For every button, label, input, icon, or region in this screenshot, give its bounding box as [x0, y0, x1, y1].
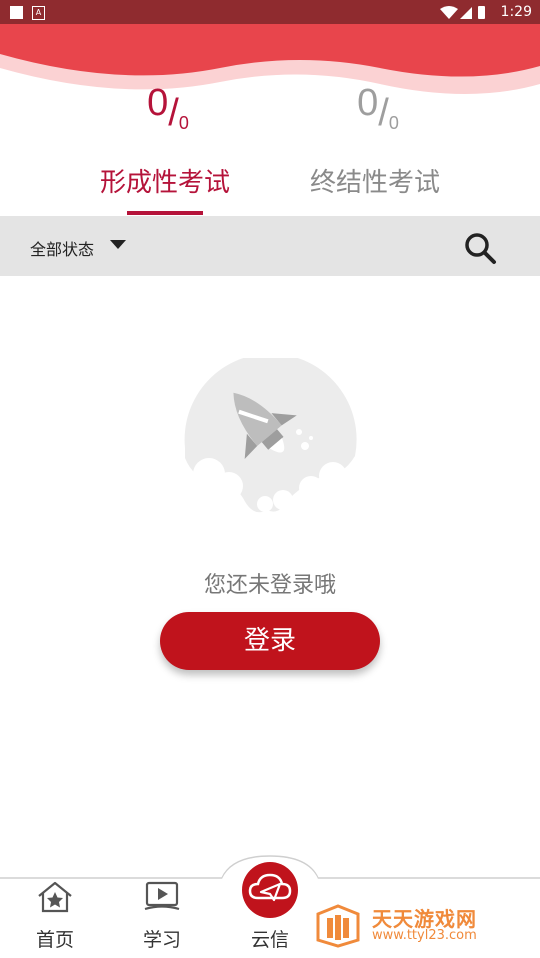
status-filter-dropdown[interactable]: 全部状态: [30, 236, 94, 260]
signal-wifi-battery-icons: [440, 6, 485, 19]
summative-total: 0: [388, 113, 399, 133]
watermark-url: www.ttyl23.com: [372, 928, 477, 943]
cloud-message-button[interactable]: [242, 862, 298, 918]
status-bar: A 1:29: [0, 0, 540, 24]
summative-done: 0: [357, 82, 379, 124]
tab-formative-exam[interactable]: 形成性考试: [80, 162, 250, 202]
formative-done: 0: [147, 82, 169, 124]
cloud-send-icon: [248, 873, 292, 902]
summative-counter: 0/0: [298, 82, 458, 142]
rocket-illustration: [184, 358, 357, 513]
video-book-icon: [144, 881, 180, 911]
login-button[interactable]: 登录: [160, 612, 380, 670]
nav-cloud-label[interactable]: 云信: [230, 925, 310, 952]
notification-icon: [10, 6, 23, 19]
caret-down-icon[interactable]: [110, 240, 126, 249]
status-time: 1:29: [500, 4, 532, 20]
nav-study-label: 学习: [142, 929, 181, 951]
nav-home-label: 首页: [35, 929, 74, 951]
counter-slash: /: [168, 92, 179, 134]
nav-study[interactable]: 学习: [122, 880, 202, 955]
app-notification-icon: A: [32, 6, 45, 20]
formative-counter: 0/0: [88, 82, 248, 142]
active-tab-indicator: [127, 211, 203, 215]
nav-home[interactable]: 首页: [15, 880, 95, 955]
header-wave: [0, 24, 540, 94]
formative-total: 0: [178, 113, 189, 133]
home-star-icon: [38, 881, 72, 913]
counter-slash: /: [378, 92, 389, 134]
not-logged-in-message: 您还未登录哦: [203, 573, 336, 598]
watermark-logo: [316, 904, 360, 948]
tab-summative-exam[interactable]: 终结性考试: [290, 162, 460, 202]
search-icon[interactable]: [462, 230, 498, 266]
